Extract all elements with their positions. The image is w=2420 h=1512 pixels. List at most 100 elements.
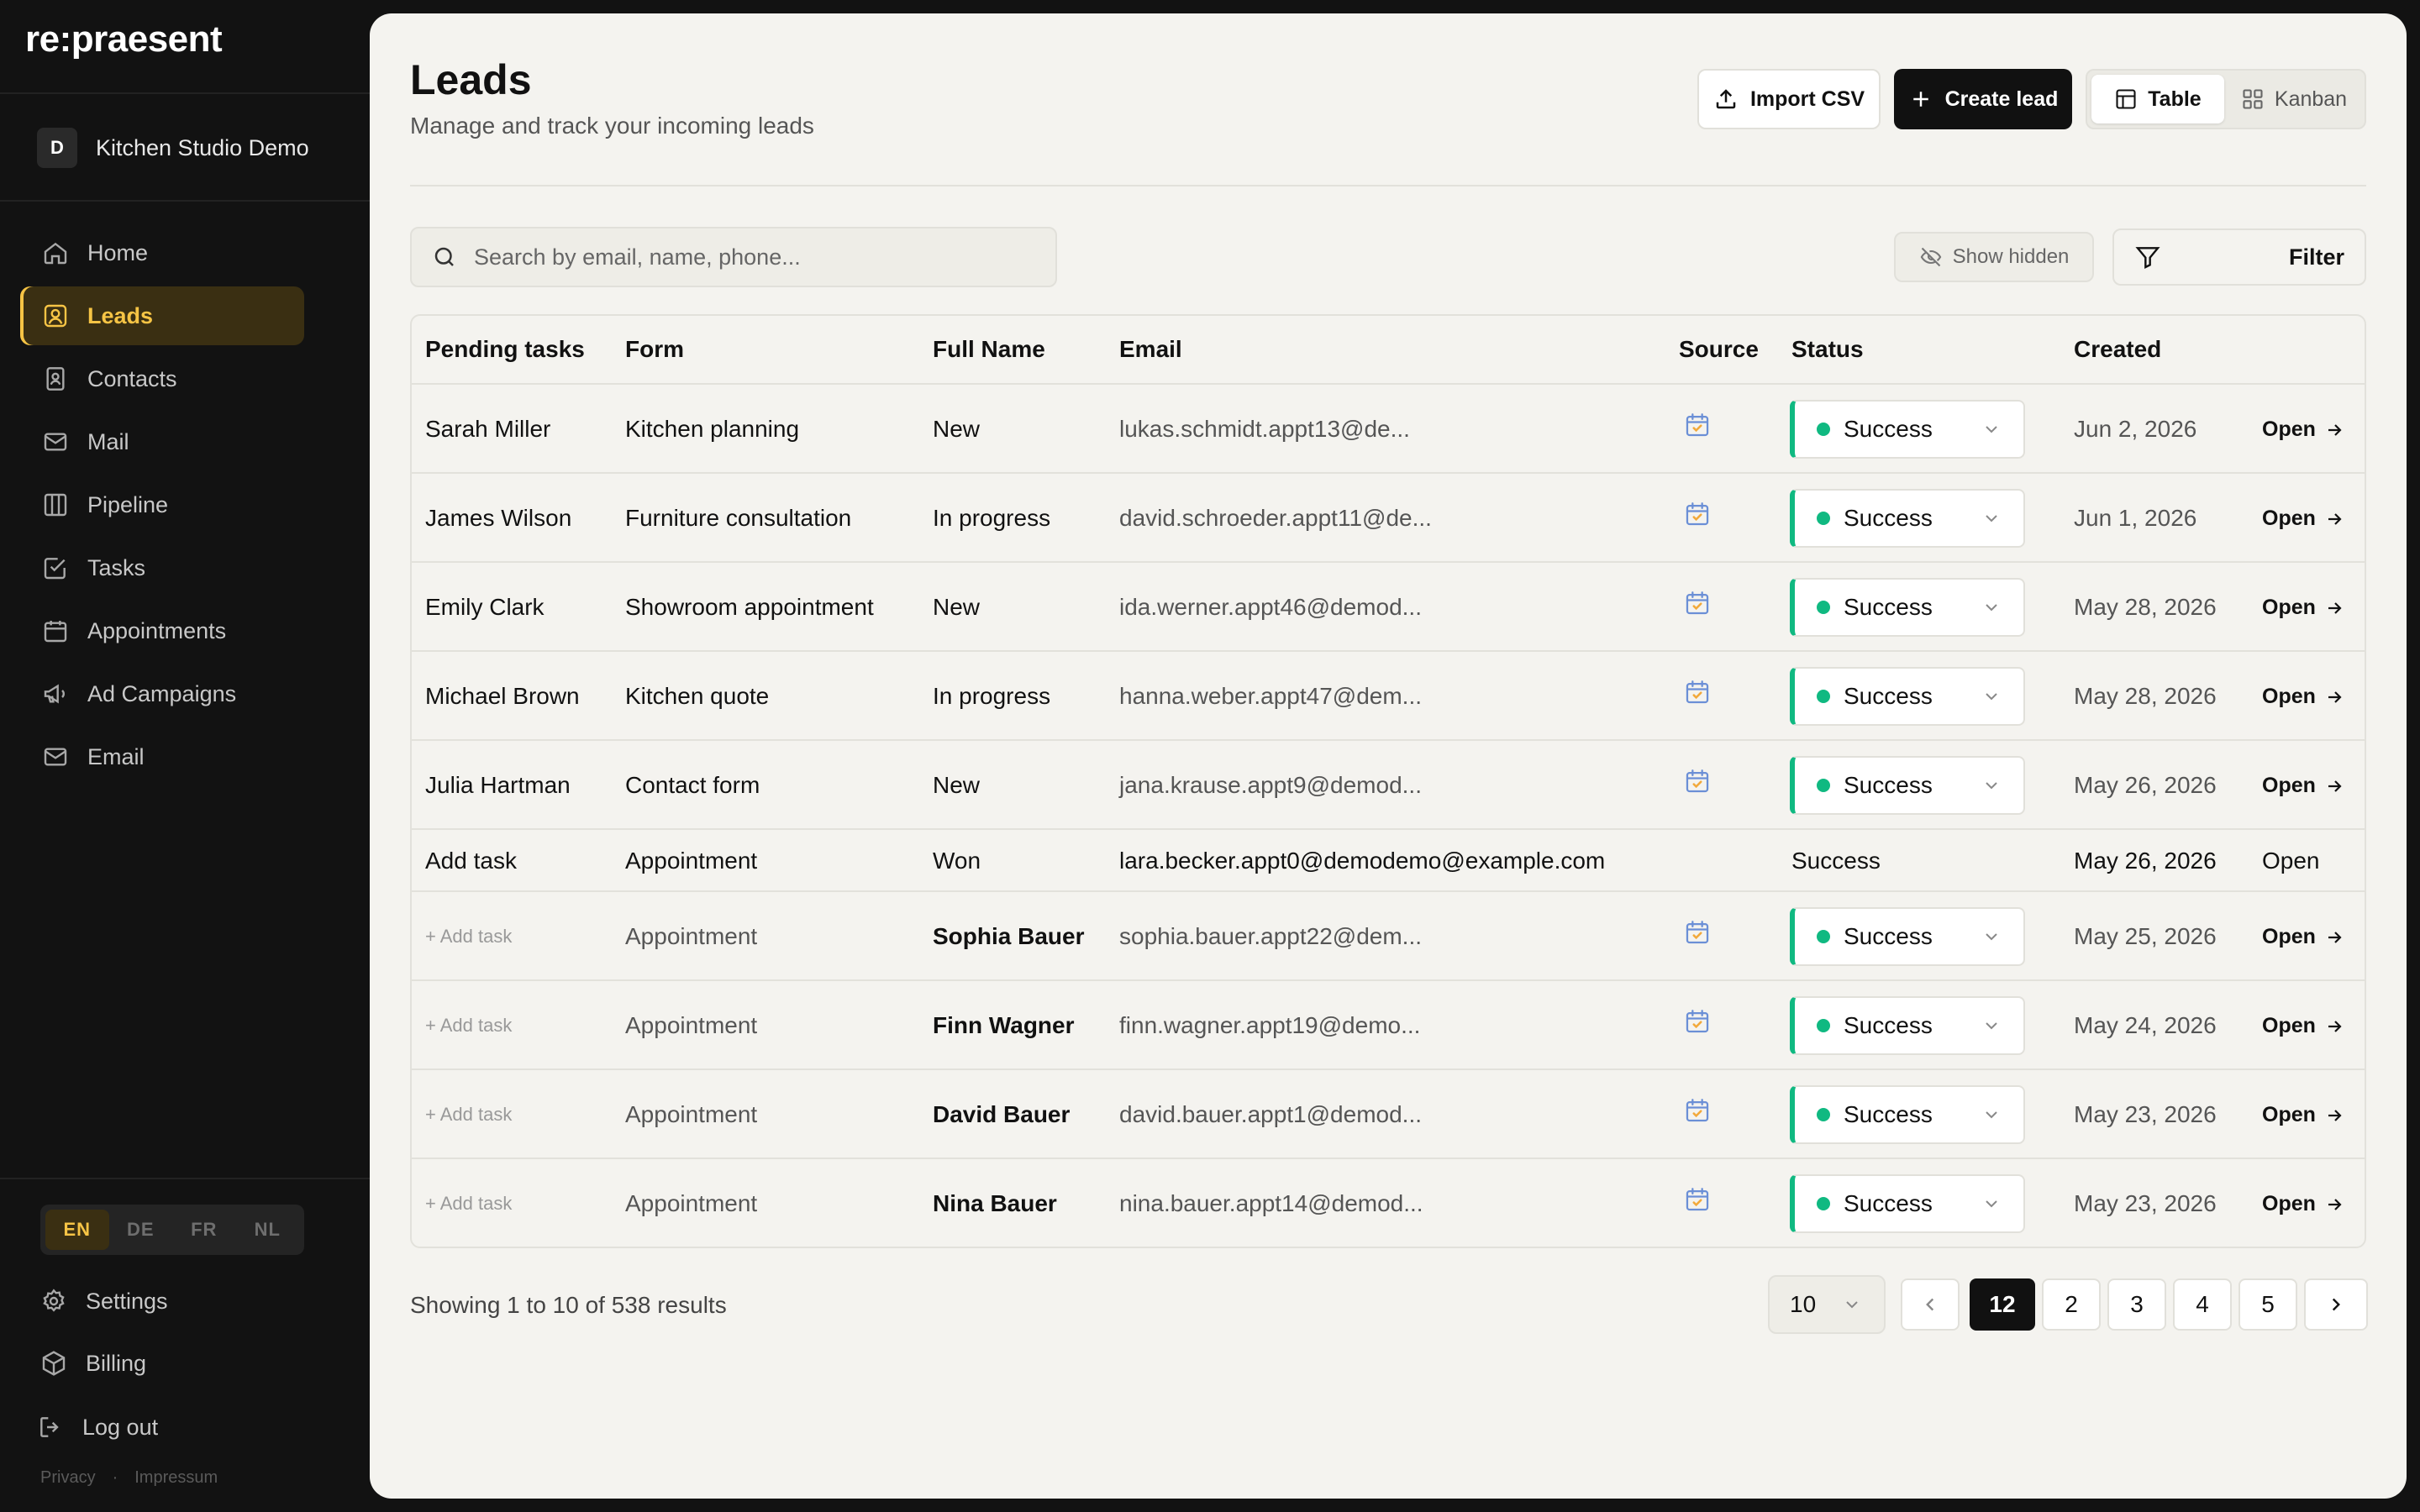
status-select[interactable]: Success — [1790, 1085, 2025, 1144]
header-divider — [410, 185, 2366, 186]
sidebar-item-label: Contacts — [87, 365, 177, 391]
column-header-source[interactable]: Source — [1679, 336, 1759, 363]
sidebar-item-contacts[interactable]: Contacts — [20, 349, 304, 408]
impressum-link[interactable]: Impressum — [134, 1468, 218, 1488]
filter-button[interactable]: Filter — [2112, 228, 2366, 286]
status-select[interactable]: Success — [1790, 400, 2025, 459]
next-page-button[interactable] — [2304, 1278, 2368, 1331]
table-row[interactable]: + Add task Appointment Finn Wagner finn.wag… — [412, 981, 2365, 1070]
view-table-button[interactable]: Table — [2091, 75, 2224, 123]
sidebar-item-mail[interactable]: Mail — [20, 412, 304, 471]
search-bar — [410, 227, 1057, 287]
add-task-button[interactable]: + Add task — [425, 1193, 512, 1215]
open-link[interactable]: Open — [2262, 1014, 2344, 1038]
full-name-cell: New — [933, 594, 981, 620]
app-logo[interactable]: re:praesent — [25, 18, 223, 60]
lang-fr[interactable]: FR — [172, 1210, 236, 1250]
table-row[interactable]: + Add task Appointment Nina Bauer nina.baue… — [412, 1159, 2365, 1247]
status-select[interactable]: Success — [1790, 489, 2025, 548]
table-row[interactable]: + Add task Appointment Sophia Bauer sophia.… — [412, 892, 2365, 981]
page-button[interactable]: 5 — [2238, 1278, 2297, 1331]
full-name-cell: New — [933, 772, 981, 798]
column-header-pending-tasks[interactable]: Pending tasks — [425, 336, 585, 363]
page-button[interactable]: 3 — [2107, 1278, 2166, 1331]
open-link[interactable]: Open — [2262, 848, 2320, 874]
add-task-button[interactable]: + Add task — [425, 1104, 512, 1126]
settings-link[interactable]: Settings — [40, 1280, 168, 1322]
open-link[interactable]: Open — [2262, 596, 2344, 620]
sidebar-item-label: Pipeline — [87, 491, 169, 517]
status-select[interactable]: Success — [1790, 996, 2025, 1055]
open-link[interactable]: Open — [2262, 925, 2344, 949]
import-csv-button[interactable]: Import CSV — [1697, 69, 1881, 129]
lang-nl[interactable]: NL — [236, 1210, 300, 1250]
table-row[interactable]: Michael Brown Kitchen quote In progress han… — [412, 652, 2365, 741]
sidebar-item-ad-campaigns[interactable]: Ad Campaigns — [20, 664, 304, 723]
sidebar-item-pipeline[interactable]: Pipeline — [20, 475, 304, 534]
status-select[interactable]: Success — [1790, 756, 2025, 815]
sidebar-item-appointments[interactable]: Appointments — [20, 601, 304, 660]
sidebar-item-leads[interactable]: Leads — [20, 286, 304, 345]
sidebar-item-tasks[interactable]: Tasks — [20, 538, 304, 597]
column-header-created[interactable]: Created — [2074, 336, 2161, 363]
table-row[interactable]: + Add task Appointment David Bauer david.ba… — [412, 1070, 2365, 1159]
open-link[interactable]: Open — [2262, 507, 2344, 531]
table-row[interactable]: Add task Appointment Won lara.becker.appt0@… — [412, 830, 2365, 892]
chevron-down-icon — [1986, 1022, 1997, 1030]
workspace-switcher[interactable]: D Kitchen Studio Demo — [37, 126, 309, 170]
created-cell: May 24, 2026 — [2074, 1012, 2217, 1038]
lang-en[interactable]: EN — [45, 1210, 109, 1250]
pending-task-cell[interactable]: Add task — [425, 848, 517, 874]
created-cell: May 28, 2026 — [2074, 594, 2217, 620]
create-lead-button[interactable]: Create lead — [1894, 69, 2072, 129]
open-link[interactable]: Open — [2262, 1192, 2344, 1216]
upload-icon — [1716, 89, 1736, 109]
open-link[interactable]: Open — [2262, 774, 2344, 798]
column-header-form[interactable]: Form — [625, 336, 684, 363]
status-select[interactable]: Success — [1790, 907, 2025, 966]
status-label: Success — [1844, 505, 1933, 531]
privacy-link[interactable]: Privacy — [40, 1468, 96, 1488]
gear-icon — [43, 1289, 65, 1312]
column-header-email[interactable]: Email — [1119, 336, 1182, 363]
open-link[interactable]: Open — [2262, 1103, 2344, 1127]
logout-link[interactable]: Log out — [37, 1406, 158, 1448]
search-input[interactable] — [474, 244, 1045, 270]
prev-page-button[interactable] — [1901, 1278, 1960, 1331]
calendar-icon — [44, 621, 67, 643]
calendar-source-icon — [1686, 413, 1709, 437]
open-link[interactable]: Open — [2262, 417, 2344, 442]
table-row[interactable]: Julia Hartman Contact form New jana.krause.… — [412, 741, 2365, 830]
sidebar-item-home[interactable]: Home — [20, 223, 304, 282]
show-hidden-button[interactable]: Show hidden — [1894, 232, 2094, 282]
calendar-source-icon — [1686, 591, 1709, 615]
status-select[interactable]: Success — [1790, 667, 2025, 726]
table-row[interactable]: Emily Clark Showroom appointment New ida.we… — [412, 563, 2365, 652]
page-button[interactable]: 12 — [1970, 1278, 2035, 1331]
column-header-status[interactable]: Status — [1791, 336, 1864, 363]
main-panel: Leads Manage and track your incoming lea… — [370, 13, 2407, 1499]
open-link[interactable]: Open — [2262, 685, 2344, 709]
sidebar-item-email[interactable]: Email — [20, 727, 304, 786]
status-dot — [1817, 1019, 1830, 1032]
page-button[interactable]: 4 — [2173, 1278, 2232, 1331]
add-task-button[interactable]: + Add task — [425, 926, 512, 948]
status-select[interactable]: Success — [1790, 578, 2025, 637]
column-header-full-name[interactable]: Full Name — [933, 336, 1045, 363]
form-cell: Appointment — [625, 1101, 758, 1127]
status-select[interactable]: Success — [1790, 1174, 2025, 1233]
add-task-button[interactable]: + Add task — [425, 1015, 512, 1037]
view-kanban-button[interactable]: Kanban — [2228, 75, 2360, 123]
home-icon — [44, 242, 67, 265]
sidebar-item-label: Tasks — [87, 554, 146, 580]
table-row[interactable]: James Wilson Furniture consultation In pro… — [412, 474, 2365, 563]
chevron-down-icon — [1986, 782, 1997, 790]
calendar-source-icon — [1686, 1188, 1709, 1211]
lang-de[interactable]: DE — [109, 1210, 173, 1250]
created-cell: May 23, 2026 — [2074, 1190, 2217, 1216]
page-button[interactable]: 2 — [2042, 1278, 2101, 1331]
table-row[interactable]: Sarah Miller Kitchen planning New lukas.sch… — [412, 385, 2365, 474]
per-page-select[interactable]: 10 — [1768, 1275, 1886, 1334]
calendar-source-icon — [1686, 1099, 1709, 1122]
billing-link[interactable]: Billing — [40, 1342, 146, 1384]
